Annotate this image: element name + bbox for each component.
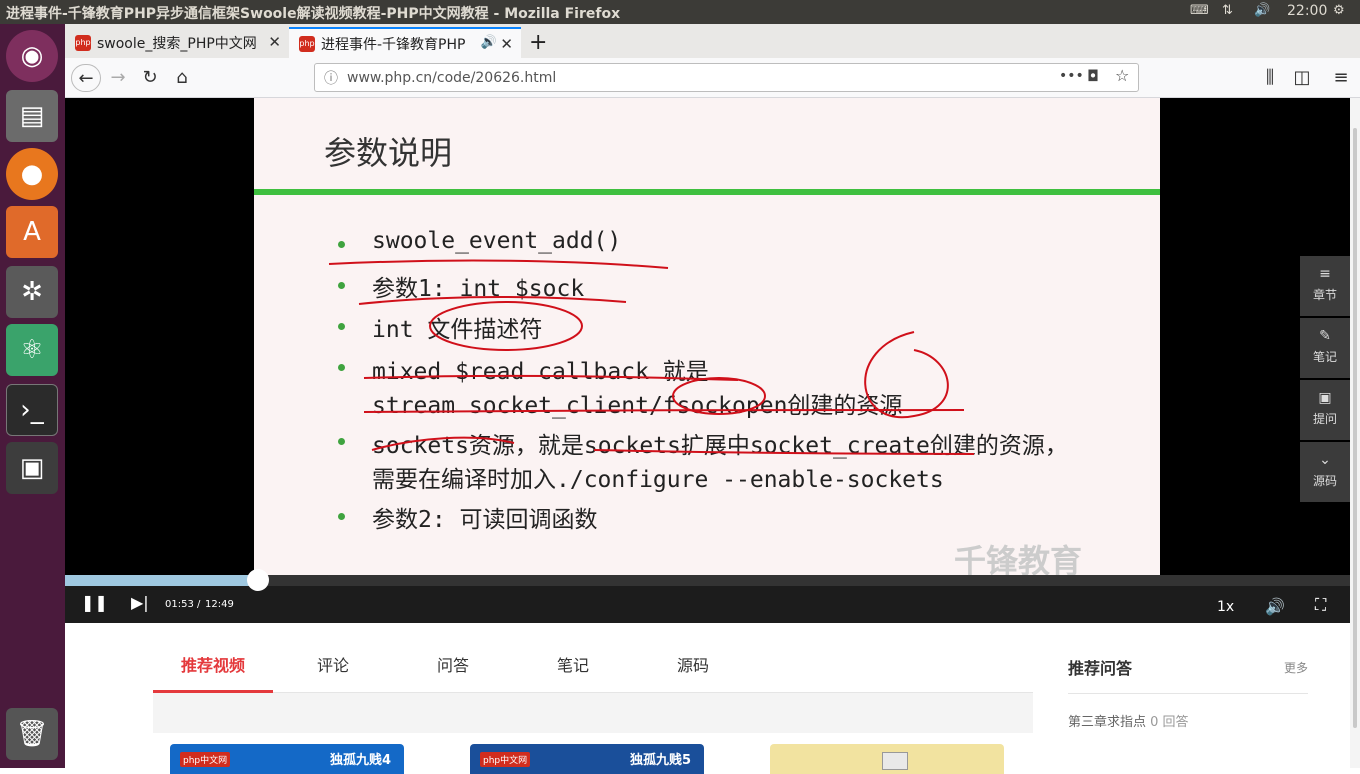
more-actions-icon[interactable]: ••• bbox=[1059, 68, 1084, 84]
network-icon[interactable]: ⇅ bbox=[1222, 3, 1233, 18]
firefox-icon[interactable]: ● bbox=[6, 148, 58, 200]
close-icon[interactable]: ✕ bbox=[500, 35, 513, 53]
tab-current-video[interactable]: php 进程事件-千锋教育PHP 🔊 ✕ bbox=[289, 27, 521, 58]
annotation-marks bbox=[328, 259, 975, 455]
qa-divider bbox=[1068, 693, 1308, 694]
qa-item-title: 第三章求指点 bbox=[1068, 715, 1147, 730]
speaker-icon[interactable]: 🔊 bbox=[481, 35, 497, 50]
atom-icon[interactable]: ⚛ bbox=[6, 324, 58, 376]
chevron-down-icon: ⌄ bbox=[1319, 452, 1331, 468]
tab-swoole-search[interactable]: php swoole_搜索_PHP中文网 ✕ bbox=[65, 27, 289, 58]
recommended-qa: 推荐问答 更多 第三章求指点 0 回答 bbox=[1068, 655, 1308, 730]
tab-qa[interactable]: 问答 bbox=[413, 652, 493, 676]
php-favicon-icon: php bbox=[299, 35, 315, 52]
window-title: 进程事件-千锋教育PHP异步通信框架Swoole解读视频教程-PHP中文网教程 … bbox=[6, 6, 621, 22]
progress-fill bbox=[65, 575, 258, 586]
tab-comments[interactable]: 评论 bbox=[293, 652, 373, 676]
volume-icon[interactable]: 🔊 bbox=[1254, 3, 1270, 18]
url-bar[interactable]: ⓘ www.php.cn/code/20626.html ••• ◘ ☆ bbox=[314, 63, 1139, 92]
new-tab-button[interactable]: + bbox=[521, 27, 557, 58]
side-toolbar: ≡ 章节 ✎ 笔记 ▣ 提问 ⌄ 源码 bbox=[1300, 256, 1350, 504]
card-brand: php中文网 bbox=[480, 752, 531, 767]
card-thumbnail-icon bbox=[882, 752, 908, 770]
card-title: 独孤九贱5 bbox=[630, 753, 692, 768]
php-favicon-icon: php bbox=[75, 34, 91, 51]
question-icon: ▣ bbox=[1318, 390, 1332, 406]
terminal-icon[interactable]: ›_ bbox=[6, 384, 58, 436]
tab-bar: php swoole_搜索_PHP中文网 ✕ php 进程事件-千锋教育PHP … bbox=[65, 24, 1360, 58]
qa-title: 推荐问答 bbox=[1068, 659, 1133, 678]
tab-recommended-videos[interactable]: 推荐视频 bbox=[173, 652, 253, 676]
progress-bar[interactable] bbox=[65, 569, 1350, 591]
bookmark-star-icon[interactable]: ☆ bbox=[1115, 66, 1129, 85]
source-button[interactable]: ⌄ 源码 bbox=[1300, 442, 1350, 502]
content-tabs: 推荐视频 评论 问答 笔记 源码 bbox=[153, 640, 1033, 693]
card-title: 独孤九贱4 bbox=[330, 753, 392, 768]
settings-icon[interactable]: ✲ bbox=[6, 266, 58, 318]
time-current: 01:53 bbox=[165, 599, 194, 610]
qa-item-count: 0 回答 bbox=[1150, 715, 1189, 730]
save-disk-icon[interactable]: ▣ bbox=[6, 442, 58, 494]
tab-label: swoole_搜索_PHP中文网 bbox=[97, 35, 257, 52]
notes-button[interactable]: ✎ 笔记 bbox=[1300, 318, 1350, 378]
list-icon: ≡ bbox=[1319, 266, 1331, 282]
close-icon[interactable]: ✕ bbox=[268, 33, 281, 51]
time-separator: / bbox=[197, 599, 201, 610]
pencil-icon: ✎ bbox=[1319, 328, 1331, 344]
pocket-icon[interactable]: ◘ bbox=[1087, 67, 1099, 85]
launcher: ◉ ▤ ● A ✲ ⚛ ›_ ▣ 🗑 bbox=[0, 24, 65, 768]
content-strip bbox=[153, 693, 1033, 733]
source-label: 源码 bbox=[1312, 474, 1337, 488]
tab-source[interactable]: 源码 bbox=[653, 652, 733, 676]
library-icon[interactable]: ⫼ bbox=[1255, 64, 1285, 92]
video-card[interactable] bbox=[770, 744, 1004, 774]
progress-handle[interactable] bbox=[246, 569, 269, 591]
video-card[interactable]: php中文网 独孤九贱5 bbox=[470, 744, 704, 774]
qa-item[interactable]: 第三章求指点 0 回答 bbox=[1068, 711, 1189, 730]
tab-notes[interactable]: 笔记 bbox=[533, 652, 613, 676]
software-center-icon[interactable]: A bbox=[6, 206, 58, 258]
trash-icon[interactable]: 🗑 bbox=[6, 708, 58, 760]
card-brand: php中文网 bbox=[180, 752, 231, 767]
ask-label: 提问 bbox=[1312, 412, 1337, 426]
fullscreen-icon[interactable]: ⛶ bbox=[1315, 595, 1326, 615]
home-icon[interactable]: ⌂ bbox=[167, 64, 197, 92]
keyboard-icon[interactable]: ⌨ bbox=[1190, 3, 1209, 18]
scrollbar-thumb[interactable] bbox=[1353, 128, 1357, 728]
reload-icon[interactable]: ↻ bbox=[135, 64, 165, 92]
info-icon[interactable]: ⓘ bbox=[324, 68, 338, 88]
slide-frame: 参数说明 swoole_event_add() 参数1: int $sock i… bbox=[254, 98, 1160, 580]
notes-label: 笔记 bbox=[1312, 350, 1337, 364]
clock[interactable]: 22:00 bbox=[1287, 3, 1327, 19]
player-controls: ❚❚ ▶| 01:53 / 12:49 1x 🔊 ⛶ bbox=[65, 569, 1350, 623]
power-icon[interactable]: ⚙ bbox=[1333, 3, 1345, 18]
sidebar-icon[interactable]: ◫ bbox=[1287, 64, 1317, 92]
page-scrollbar[interactable] bbox=[1350, 98, 1360, 768]
chapters-button[interactable]: ≡ 章节 bbox=[1300, 256, 1350, 316]
menu-icon[interactable]: ≡ bbox=[1326, 64, 1356, 92]
files-icon[interactable]: ▤ bbox=[6, 90, 58, 142]
chapters-label: 章节 bbox=[1312, 288, 1337, 302]
ask-button[interactable]: ▣ 提问 bbox=[1300, 380, 1350, 440]
time-total: 12:49 bbox=[205, 599, 234, 610]
speed-button[interactable]: 1x bbox=[1217, 599, 1234, 615]
forward-icon[interactable]: → bbox=[103, 64, 133, 92]
qa-more-link[interactable]: 更多 bbox=[1284, 659, 1308, 676]
system-top-bar: 进程事件-千锋教育PHP异步通信框架Swoole解读视频教程-PHP中文网教程 … bbox=[0, 0, 1360, 24]
volume-icon[interactable]: 🔊 bbox=[1265, 597, 1285, 616]
back-icon[interactable]: ← bbox=[71, 64, 101, 92]
navigation-bar: ← → ↻ ⌂ ⓘ www.php.cn/code/20626.html •••… bbox=[65, 58, 1360, 98]
ubuntu-icon[interactable]: ◉ bbox=[6, 30, 58, 82]
next-icon[interactable]: ▶| bbox=[131, 593, 149, 612]
pause-icon[interactable]: ❚❚ bbox=[81, 593, 108, 612]
url-text: www.php.cn/code/20626.html bbox=[347, 70, 557, 86]
video-card[interactable]: php中文网 独孤九贱4 bbox=[170, 744, 404, 774]
tab-label: 进程事件-千锋教育PHP bbox=[321, 36, 466, 53]
